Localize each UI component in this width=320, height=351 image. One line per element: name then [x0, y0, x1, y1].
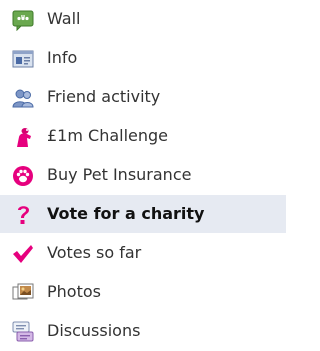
sidebar-item-info[interactable]: Info	[0, 39, 286, 77]
friends-icon	[12, 87, 34, 109]
pink-figure-icon	[12, 126, 34, 148]
sidebar-item-friend-activity[interactable]: Friend activity	[0, 78, 286, 116]
id-card-icon	[12, 48, 34, 70]
sidebar-item-discussions[interactable]: Discussions	[0, 312, 286, 350]
sidebar-item-label: Votes so far	[47, 243, 142, 262]
sidebar-item-vote-for-a-charity[interactable]: Vote for a charity	[0, 195, 286, 233]
checkmark-icon	[12, 243, 34, 265]
sidebar-item-label: Friend activity	[47, 87, 161, 106]
sidebar-item-wall[interactable]: " Wall	[0, 0, 286, 38]
speech-bubble-icon: "	[12, 9, 34, 31]
photos-icon	[12, 282, 34, 304]
question-mark-icon	[12, 204, 34, 226]
paw-icon	[12, 165, 34, 187]
sidebar-item-label: Vote for a charity	[47, 204, 205, 223]
sidebar-item-photos[interactable]: Photos	[0, 273, 286, 311]
sidebar-item-label: Photos	[47, 282, 101, 301]
sidebar-item-label: Info	[47, 48, 78, 67]
sidebar-item-label: £1m Challenge	[47, 126, 169, 145]
sidebar-item-label: Discussions	[47, 321, 141, 340]
sidebar-item-buy-pet-insurance[interactable]: Buy Pet Insurance	[0, 156, 286, 194]
discussions-icon	[12, 321, 34, 343]
sidebar-item-label: Wall	[47, 9, 81, 28]
sidebar-nav: " Wall Info	[0, 0, 286, 351]
sidebar-item-votes-so-far[interactable]: Votes so far	[0, 234, 286, 272]
sidebar-item-label: Buy Pet Insurance	[47, 165, 192, 184]
sidebar-item-1m-challenge[interactable]: £1m Challenge	[0, 117, 286, 155]
